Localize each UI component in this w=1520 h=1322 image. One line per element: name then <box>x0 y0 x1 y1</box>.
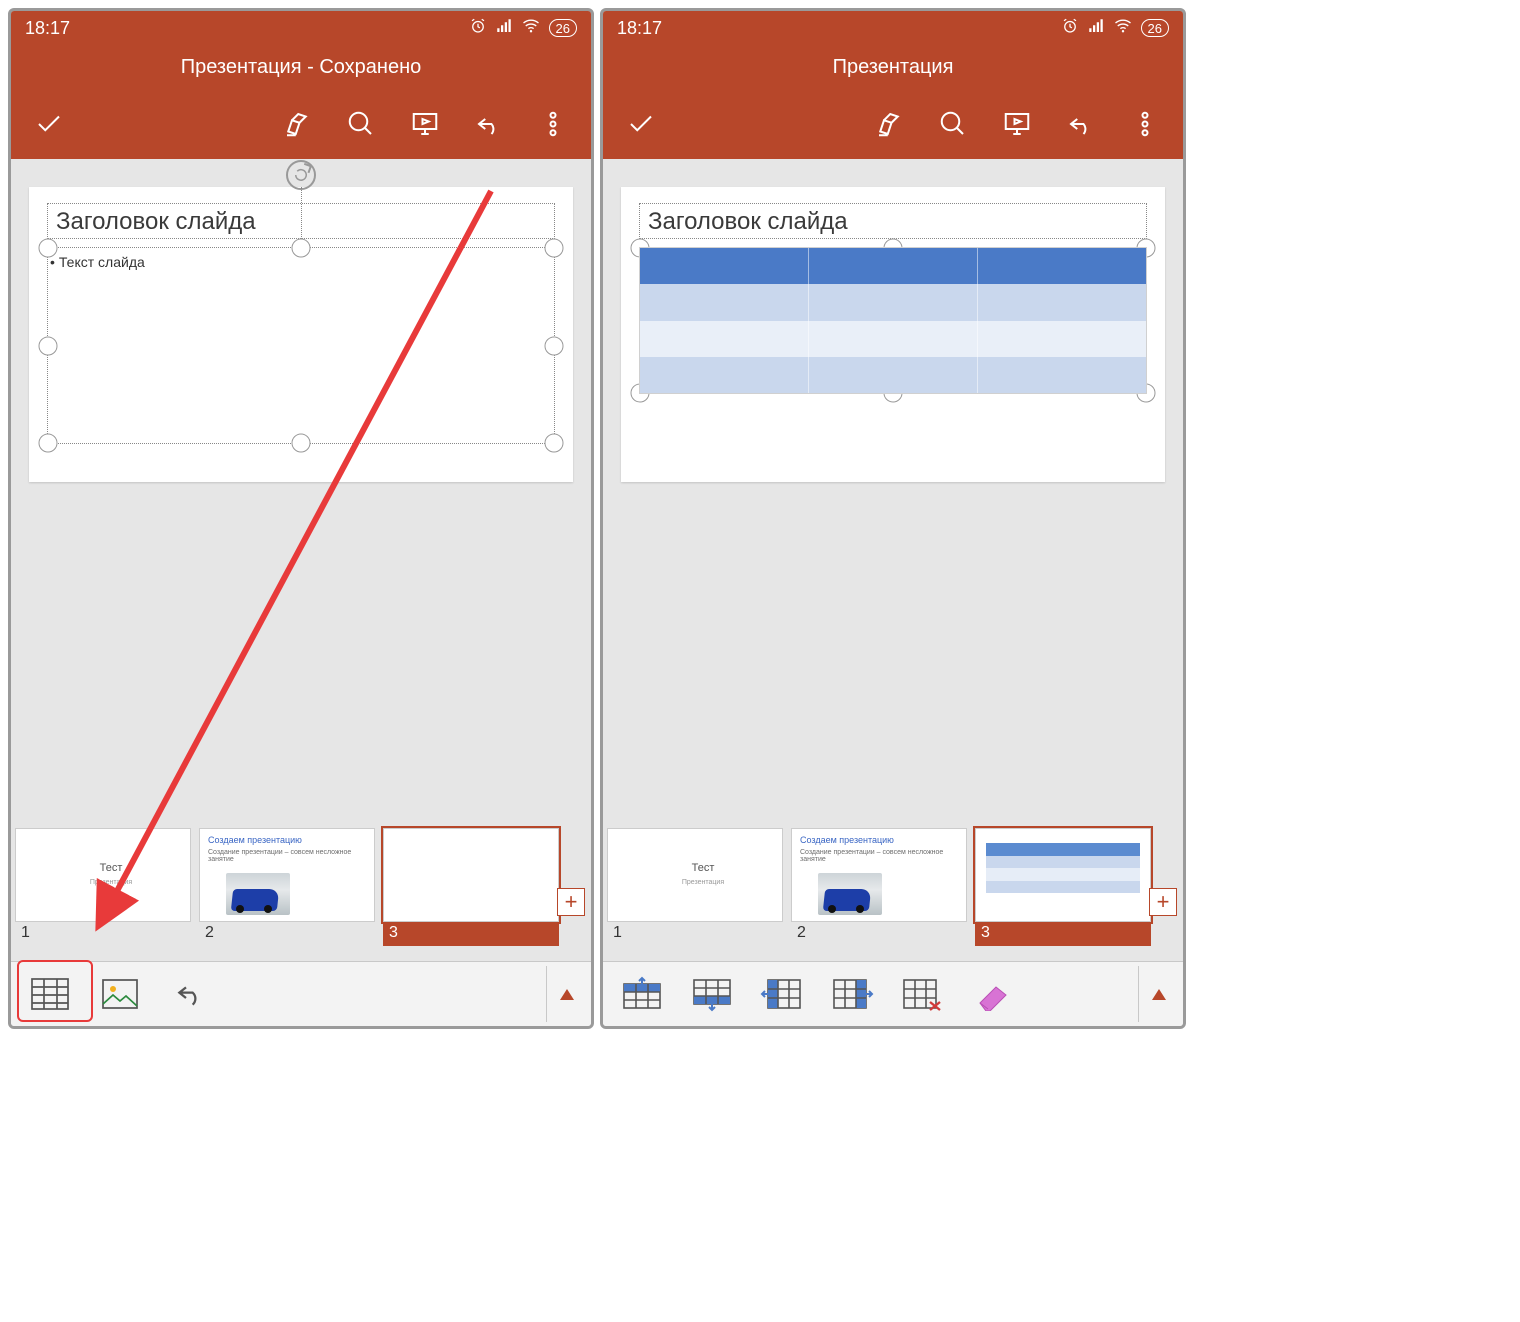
thumbnail-slide-2[interactable]: Создаем презентацию Создание презентации… <box>791 828 967 946</box>
thumb-subtitle: Презентация <box>24 879 198 886</box>
signal-icon <box>1087 17 1105 40</box>
table-row[interactable] <box>640 284 1146 320</box>
thumb-subtitle: Создание презентации – совсем несложное … <box>800 849 958 863</box>
insert-column-left-button[interactable] <box>747 966 817 1022</box>
pen-edit-button[interactable] <box>857 92 921 156</box>
resize-handle[interactable] <box>545 434 564 453</box>
more-menu-button[interactable] <box>1113 92 1177 156</box>
alarm-icon <box>1061 17 1079 40</box>
thumbnail-slide-3[interactable]: 3 <box>383 828 559 946</box>
signal-icon <box>495 17 513 40</box>
done-button[interactable] <box>609 92 673 156</box>
inserted-table[interactable] <box>639 247 1147 394</box>
resize-handle[interactable] <box>39 336 58 355</box>
current-slide[interactable]: Заголовок слайда •Текст слайда <box>29 187 573 482</box>
rotate-handle-icon[interactable] <box>286 160 316 190</box>
eraser-button[interactable] <box>957 966 1027 1022</box>
done-button[interactable] <box>17 92 81 156</box>
bottom-toolbar-table <box>603 961 1183 1026</box>
thumb-table-icon <box>986 843 1140 893</box>
thumb-title: Создаем презентацию <box>208 835 366 845</box>
thumb-number: 1 <box>15 922 191 946</box>
thumb-image-icon <box>226 873 290 915</box>
search-button[interactable] <box>329 92 393 156</box>
thumbnail-slide-1[interactable]: Тест Презентация 1 <box>607 828 783 946</box>
undo-button[interactable] <box>457 92 521 156</box>
chevron-up-icon <box>560 989 574 1000</box>
undo-button[interactable] <box>1049 92 1113 156</box>
insert-row-below-button[interactable] <box>677 966 747 1022</box>
top-toolbar <box>603 89 1183 159</box>
resize-handle[interactable] <box>545 239 564 258</box>
document-title: Презентация <box>603 45 1183 89</box>
insert-image-button[interactable] <box>85 966 155 1022</box>
expand-toolbar-button[interactable] <box>1138 966 1179 1022</box>
resize-handle[interactable] <box>39 239 58 258</box>
slide-thumbnails: Тест Презентация 1 Создаем презентацию С… <box>603 828 1183 948</box>
thumb-subtitle: Создание презентации – совсем несложное … <box>208 849 366 863</box>
thumb-title: Создаем презентацию <box>800 835 958 845</box>
insert-row-above-button[interactable] <box>607 966 677 1022</box>
wifi-icon <box>1113 17 1133 40</box>
delete-table-button[interactable] <box>887 966 957 1022</box>
thumbnail-slide-1[interactable]: Тест Презентация 1 <box>15 828 191 946</box>
add-slide-button[interactable]: + <box>557 888 585 916</box>
alarm-icon <box>469 17 487 40</box>
document-title: Презентация - Сохранено <box>11 45 591 89</box>
search-button[interactable] <box>921 92 985 156</box>
wifi-icon <box>521 17 541 40</box>
thumb-image-icon <box>818 873 882 915</box>
bottom-toolbar <box>11 961 591 1026</box>
slide-canvas[interactable]: Заголовок слайда <box>603 159 1183 799</box>
slide-title-placeholder[interactable]: Заголовок слайда <box>639 203 1147 239</box>
phone-screenshot-right: 18:17 26 Презентация Заголовок слайда <box>600 8 1186 1029</box>
chevron-up-icon <box>1152 989 1166 1000</box>
thumb-number: 3 <box>383 922 559 946</box>
current-slide[interactable]: Заголовок слайда <box>621 187 1165 482</box>
expand-toolbar-button[interactable] <box>546 966 587 1022</box>
thumbnail-slide-2[interactable]: Создаем презентацию Создание презентации… <box>199 828 375 946</box>
annotation-highlight <box>17 960 93 1022</box>
table-row[interactable] <box>640 357 1146 393</box>
resize-handle[interactable] <box>292 434 311 453</box>
status-bar: 18:17 26 <box>603 11 1183 45</box>
insert-column-right-button[interactable] <box>817 966 887 1022</box>
status-time: 18:17 <box>617 18 662 39</box>
resize-handle[interactable] <box>39 434 58 453</box>
present-button[interactable] <box>393 92 457 156</box>
present-button[interactable] <box>985 92 1049 156</box>
thumb-number: 1 <box>607 922 783 946</box>
thumb-number: 2 <box>199 922 375 946</box>
thumb-title: Тест <box>616 862 790 874</box>
phone-screenshot-left: 18:17 26 Презентация - Сохранено <box>8 8 594 1029</box>
thumbnail-slide-3[interactable]: 3 <box>975 828 1151 946</box>
table-row[interactable] <box>640 321 1146 357</box>
thumb-subtitle: Презентация <box>616 879 790 886</box>
thumb-title: Тест <box>24 862 198 874</box>
top-toolbar <box>11 89 591 159</box>
add-slide-button[interactable]: + <box>1149 888 1177 916</box>
thumb-number: 3 <box>975 922 1151 946</box>
resize-handle[interactable] <box>292 239 311 258</box>
thumb-number: 2 <box>791 922 967 946</box>
more-menu-button[interactable] <box>521 92 585 156</box>
battery-level: 26 <box>1141 19 1169 37</box>
slide-thumbnails: Тест Презентация 1 Создаем презентацию С… <box>11 828 591 948</box>
battery-level: 26 <box>549 19 577 37</box>
slide-canvas[interactable]: Заголовок слайда •Текст слайда <box>11 159 591 799</box>
body-placeholder-selection[interactable]: •Текст слайда <box>47 247 555 444</box>
undo-button-bottom[interactable] <box>155 966 225 1022</box>
pen-edit-button[interactable] <box>265 92 329 156</box>
status-bar: 18:17 26 <box>11 11 591 45</box>
resize-handle[interactable] <box>545 336 564 355</box>
status-time: 18:17 <box>25 18 70 39</box>
table-row[interactable] <box>640 248 1146 284</box>
rotate-connector <box>301 187 302 243</box>
